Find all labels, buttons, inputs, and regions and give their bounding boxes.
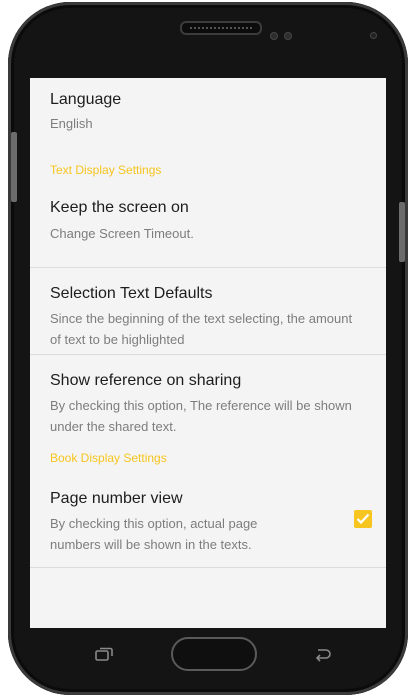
pref-keep-screen-on[interactable]: Keep the screen on Change Screen Timeout… (30, 180, 386, 267)
pref-show-reference[interactable]: Show reference on sharing By checking th… (30, 355, 386, 455)
divider (30, 567, 386, 568)
pref-summary: By checking this option, actual page num… (50, 516, 258, 552)
pref-title: Selection Text Defaults (50, 285, 213, 302)
system-nav-bar (30, 628, 386, 684)
pref-selection-defaults[interactable]: Selection Text Defaults Since the beginn… (30, 268, 386, 354)
pref-title: Show reference on sharing (50, 372, 242, 389)
sensor-dot (284, 32, 292, 40)
recent-apps-icon[interactable] (95, 647, 113, 661)
power-key (399, 202, 405, 262)
pref-title: Language (50, 91, 122, 108)
pref-summary: Change Screen Timeout. (50, 226, 194, 241)
pref-summary: English (50, 116, 93, 131)
pref-page-number-view[interactable]: Page number view By checking this option… (30, 477, 386, 567)
pref-summary: Since the beginning of the text selectin… (50, 311, 353, 347)
settings-screen: Language English Text Display Settings K… (30, 78, 386, 628)
pref-language[interactable]: Language English (30, 78, 386, 162)
pref-title: Page number view (50, 490, 183, 507)
back-icon[interactable] (314, 647, 332, 663)
page-number-checkbox[interactable] (354, 510, 372, 528)
earpiece-speaker (180, 21, 262, 35)
pref-title: Keep the screen on (50, 199, 189, 216)
volume-key (11, 132, 17, 202)
pref-summary: By checking this option, The reference w… (50, 398, 352, 434)
sensor-dot (270, 32, 278, 40)
front-camera (370, 32, 377, 39)
check-icon (356, 513, 370, 525)
home-button[interactable] (171, 637, 257, 671)
